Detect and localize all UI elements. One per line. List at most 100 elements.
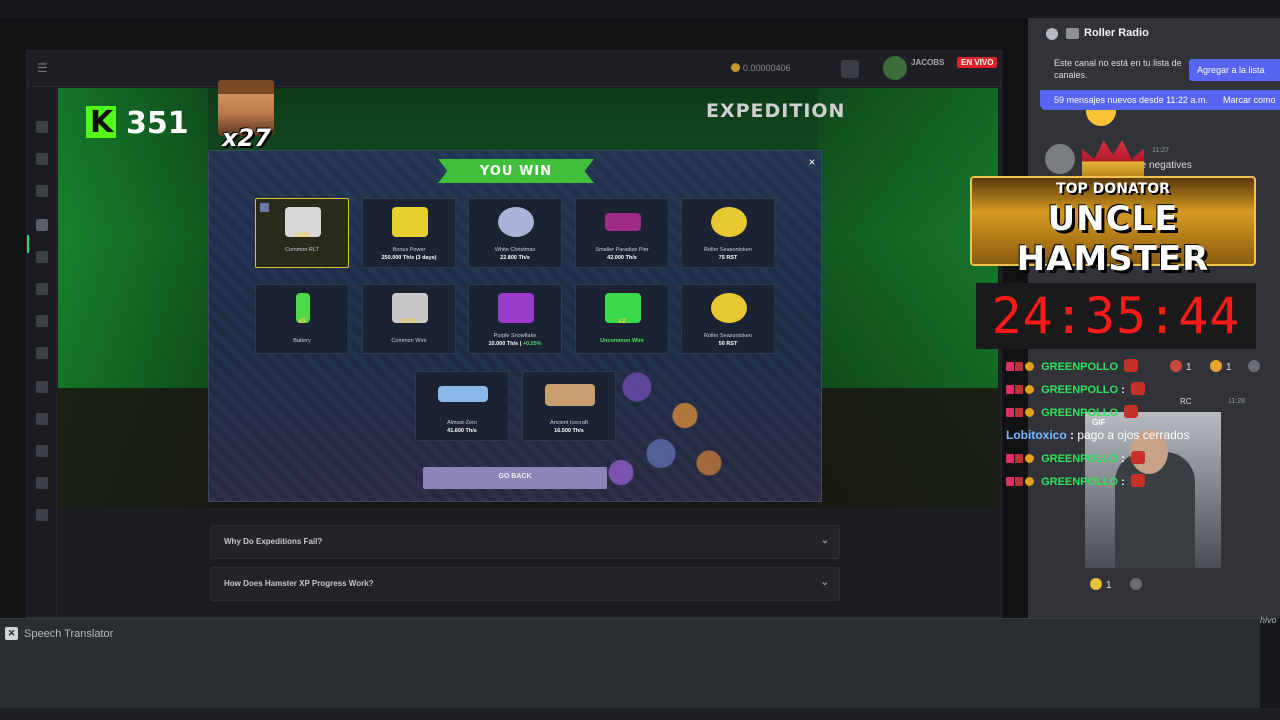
badge-icon: [1025, 454, 1034, 463]
countdown-timer: 24:35:44: [976, 283, 1256, 349]
you-win-modal: YOU WIN × x100 Common RLT Bonus Power 25…: [208, 150, 822, 502]
reward-name: Almost-Zero: [447, 420, 477, 426]
news-icon[interactable]: [36, 509, 48, 521]
bottom-strip: [0, 708, 1280, 720]
reward-card[interactable]: x250 Common Wire: [362, 284, 456, 354]
gamepad-icon[interactable]: [36, 153, 48, 165]
faq-item[interactable]: Why Do Expeditions Fail? ⌄: [210, 525, 840, 559]
reaction-count: 1: [1106, 580, 1112, 591]
reward-card[interactable]: Roller Seasontoken 50 RST: [681, 284, 775, 354]
speech-translator-panel: ✕ Speech Translator: [0, 618, 1260, 708]
message-timestamp: 11:27: [1152, 147, 1169, 154]
chat-colon: :: [1121, 453, 1125, 465]
menu-icon[interactable]: ☰: [37, 61, 51, 75]
reward-power: 10.000 Th/s | +0.25%: [488, 341, 542, 347]
snowflake-miner-icon: [498, 293, 534, 323]
bank-icon[interactable]: [36, 477, 48, 489]
chat-colon: :: [1121, 476, 1125, 488]
chat-username[interactable]: GREENPOLLO: [1041, 476, 1118, 488]
channel-type-icon: [1066, 28, 1079, 39]
reaction-emoji-icon: [1170, 360, 1182, 372]
add-reaction-icon[interactable]: [1248, 360, 1264, 373]
tasks-icon[interactable]: [36, 283, 48, 295]
gift-icon[interactable]: [36, 413, 48, 425]
reward-card[interactable]: Roller Seasontoken 75 RST: [681, 198, 775, 268]
new-messages-bar[interactable]: 59 mensajes nuevos desde 11:22 a.m. Marc…: [1040, 90, 1280, 110]
chat-username[interactable]: Lobitoxico: [1006, 428, 1067, 442]
reward-card[interactable]: Bonus Power 250.000 Th/s (3 days): [362, 198, 456, 268]
home-icon[interactable]: [36, 121, 48, 133]
crown-icon[interactable]: [36, 251, 48, 263]
add-to-list-label: Agregar a la lista: [1197, 65, 1265, 75]
badge-icon: [1006, 408, 1014, 417]
reward-bonus: +0.25%: [522, 341, 542, 347]
message-timestamp: 11:28: [1228, 398, 1245, 405]
almost-zero-icon: [438, 386, 488, 402]
balance-value: 0.00000406: [743, 63, 791, 73]
chat-username[interactable]: GREENPOLLO: [1041, 453, 1118, 465]
reaction-count: 1: [1226, 362, 1232, 373]
faq-question: Why Do Expeditions Fail?: [224, 537, 323, 546]
reward-name: Common Wire: [391, 338, 427, 344]
reward-name: White Christmas: [494, 247, 536, 253]
reward-card[interactable]: White Christmas 22.800 Th/s: [468, 198, 562, 268]
badge-icon: [1006, 477, 1014, 486]
trophy-icon[interactable]: [36, 445, 48, 457]
rc-label: RC: [1180, 397, 1192, 406]
chat-username[interactable]: GREENPOLLO: [1041, 361, 1118, 373]
emote-icon: [1130, 451, 1145, 464]
pickaxe-icon[interactable]: [36, 185, 48, 197]
reward-card[interactable]: Ancient Icecraft 16.500 Th/s: [522, 371, 616, 441]
close-icon[interactable]: ×: [805, 155, 819, 169]
chat-username[interactable]: GREENPOLLO: [1041, 407, 1118, 419]
top-donator-banner: TOP DONATOR UNCLE HAMSTER: [970, 176, 1256, 279]
donator-name: UNCLE HAMSTER: [1016, 199, 1210, 279]
add-to-list-button[interactable]: Agregar a la lista: [1189, 59, 1280, 81]
screen: ☰ 0.00000406 JACOBS EN VIVO EXPEDITION W…: [0, 0, 1280, 720]
reaction[interactable]: 1: [1170, 360, 1192, 373]
reward-card[interactable]: Smaller Paradise Pier 42.000 Th/s: [575, 198, 669, 268]
faq-item[interactable]: How Does Hamster XP Progress Work? ⌄: [210, 567, 840, 601]
channel-name[interactable]: Roller Radio: [1084, 27, 1149, 39]
reward-card[interactable]: x5 Battery: [255, 284, 349, 354]
reward-card[interactable]: Purple Snowflake 10.000 Th/s | +0.25%: [468, 284, 562, 354]
donator-label: TOP DONATOR: [1056, 181, 1170, 197]
kick-count: 351: [126, 106, 189, 141]
cart-icon[interactable]: [36, 315, 48, 327]
active-indicator: [27, 235, 29, 253]
chevron-down-icon: ⌄: [820, 535, 829, 546]
badge-icon: [1015, 454, 1023, 463]
chat-message: GREENPOLLO: [1006, 405, 1139, 419]
reward-card[interactable]: Almost-Zero 41.600 Th/s: [415, 371, 509, 441]
house-icon[interactable]: [36, 381, 48, 393]
badge-icon: [1025, 362, 1034, 371]
chat-message: GREENPOLLO :: [1006, 382, 1145, 396]
reward-card[interactable]: x100 Common RLT: [255, 198, 349, 268]
add-reaction-icon[interactable]: [1130, 578, 1146, 591]
reaction[interactable]: 1: [1210, 360, 1232, 373]
reaction[interactable]: 1: [1090, 578, 1112, 591]
coin-icon: [731, 63, 740, 72]
notification-button[interactable]: [841, 60, 859, 78]
badge-icon: [1015, 477, 1023, 486]
snowglobe-icon: [498, 207, 534, 237]
sidebar: [27, 87, 57, 617]
reward-name: Smaller Paradise Pier: [595, 247, 649, 253]
reaction-count: 1: [1186, 362, 1192, 373]
modal-title: YOU WIN: [479, 164, 553, 179]
mark-read-button[interactable]: Marcar como: [1223, 95, 1276, 105]
reward-card[interactable]: x2 Uncommon Wire: [575, 284, 669, 354]
balance-display[interactable]: 0.00000406: [731, 63, 791, 73]
chat-message: GREENPOLLO :: [1006, 474, 1145, 488]
miner-icon: [605, 213, 641, 231]
channel-header: Roller Radio: [1028, 18, 1280, 50]
go-back-button[interactable]: GO BACK: [423, 467, 607, 489]
store-icon[interactable]: [36, 347, 48, 359]
badge-icon: [1025, 385, 1034, 394]
page-title: EXPEDITION: [706, 100, 846, 122]
chat-username[interactable]: GREENPOLLO: [1041, 384, 1118, 396]
chevron-down-icon: ⌄: [820, 577, 829, 588]
seasontoken-icon: [711, 207, 747, 237]
calendar-icon[interactable]: [36, 219, 48, 231]
user-avatar[interactable]: [883, 56, 907, 80]
